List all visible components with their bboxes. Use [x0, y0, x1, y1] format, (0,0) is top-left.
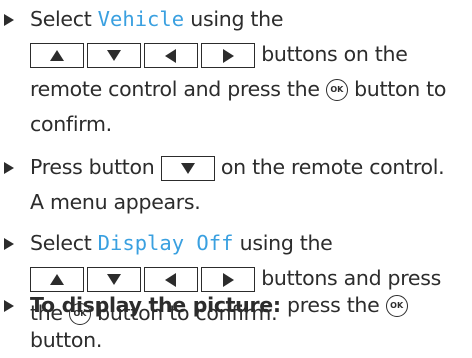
bullet-triangle-icon [4, 238, 14, 250]
step-text: press the [280, 293, 386, 317]
menu-term-display-off: Display Off [97, 231, 234, 255]
arrow-keys [160, 155, 215, 181]
step-display-picture: To display the picture: press the OK but… [0, 288, 472, 358]
menu-term-vehicle: Vehicle [97, 7, 185, 31]
step-text: Select [30, 7, 98, 31]
step-text: using the [184, 7, 284, 31]
step-text: remote control and press the [30, 77, 326, 101]
ok-button-icon: OK [385, 295, 408, 317]
step-text: Press button [30, 155, 161, 179]
step-heading: To display the picture: [30, 293, 281, 317]
step-text: A menu appears. [30, 190, 201, 214]
arrow-keys [30, 42, 255, 68]
step-text: confirm. [30, 112, 112, 136]
bullet-triangle-icon [4, 300, 14, 312]
step-text: buttons and press [255, 266, 441, 290]
instruction-list: Select Vehicle using the buttons on the … [0, 0, 472, 358]
ok-button-icon: OK [325, 79, 348, 101]
left-arrow-key-icon [144, 42, 198, 68]
step-text: using the [233, 231, 333, 255]
down-arrow-key-icon [160, 155, 215, 181]
step-text: Select [30, 231, 98, 255]
step-text: button to [347, 77, 447, 101]
step-press-down: Press button on the remote control. A me… [0, 150, 472, 220]
bullet-triangle-icon [4, 14, 14, 26]
right-arrow-key-icon [201, 42, 255, 68]
down-arrow-key-icon [87, 42, 141, 68]
step-text: buttons on the [255, 42, 408, 66]
step-text: button. [30, 328, 103, 352]
bullet-triangle-icon [4, 162, 14, 174]
step-text: on the remote control. [214, 155, 445, 179]
up-arrow-key-icon [30, 42, 84, 68]
step-select-vehicle: Select Vehicle using the buttons on the … [0, 2, 472, 142]
